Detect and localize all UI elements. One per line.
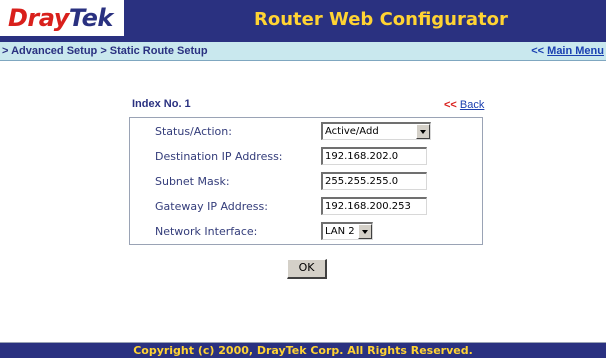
status-action-label: Status/Action: [155,125,232,138]
network-interface-label: Network Interface: [155,225,258,238]
logo-text-dray: Dray [8,4,69,32]
breadcrumb: > Advanced Setup > Static Route Setup [2,45,208,57]
logo-box: DrayTek [0,0,124,36]
status-action-select[interactable]: Active/Add [321,122,431,140]
network-interface-select[interactable]: LAN 2 [321,222,373,240]
ok-button[interactable]: OK [287,259,327,279]
copyright-text: Copyright (c) 2000, DrayTek Corp. All Ri… [133,344,473,357]
back-link[interactable]: << Back [444,98,484,112]
main-menu-arrows-icon: << [531,45,545,57]
index-title: Index No. 1 [132,98,191,110]
dropdown-arrow-icon[interactable] [416,124,430,139]
footer-bar: Copyright (c) 2000, DrayTek Corp. All Ri… [0,342,606,358]
network-interface-value: LAN 2 [325,226,355,237]
destination-ip-input[interactable]: 192.168.202.0 [321,147,427,165]
back-arrows-icon: << [444,99,457,111]
dropdown-arrow-icon[interactable] [358,224,372,239]
logo-text-tek: Tek [68,4,114,32]
subnet-mask-label: Subnet Mask: [155,175,230,188]
draytek-logo: DrayTek [8,3,113,33]
gateway-ip-input[interactable]: 192.168.200.253 [321,197,427,215]
main-menu-link[interactable]: << Main Menu [531,44,604,58]
back-label[interactable]: Back [460,99,484,111]
gateway-ip-label: Gateway IP Address: [155,200,268,213]
header-bar: DrayTek Router Web Configurator [0,0,606,42]
main-menu-label[interactable]: Main Menu [547,45,604,57]
status-action-value: Active/Add [325,126,379,137]
nav-bar: > Advanced Setup > Static Route Setup <<… [0,42,606,61]
destination-ip-label: Destination IP Address: [155,150,283,163]
subnet-mask-input[interactable]: 255.255.255.0 [321,172,427,190]
app-title: Router Web Configurator [254,9,508,30]
